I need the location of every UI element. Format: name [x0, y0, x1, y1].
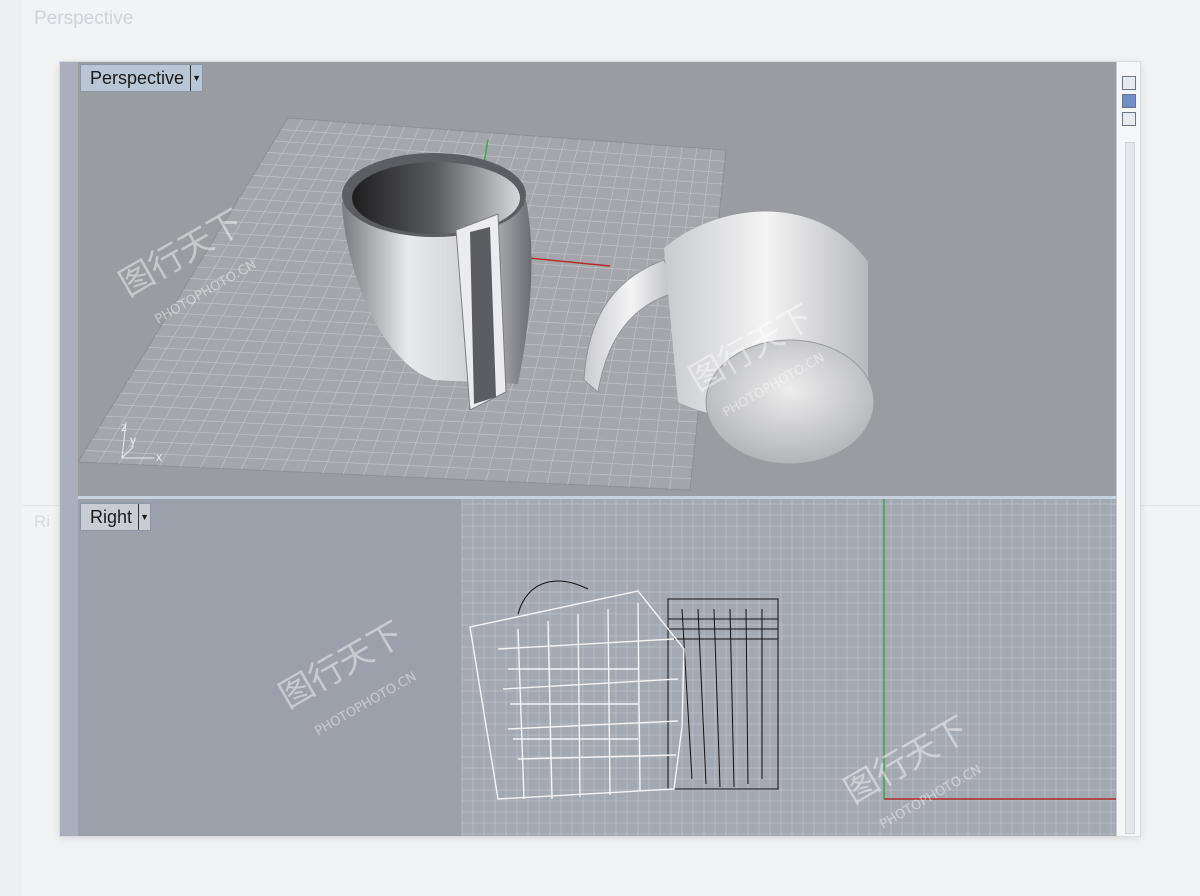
axis-z-label: z	[121, 420, 127, 434]
left-toolbar	[60, 62, 78, 836]
perspective-viewport-tab[interactable]: Perspective ▼	[80, 64, 204, 92]
rhino-window: z y x 图行天下 PHOTOPHOTO.CN 图行天下 PHOTOPHOTO…	[60, 62, 1140, 836]
axis-y-label: y	[130, 433, 136, 447]
perspective-viewport[interactable]: z y x 图行天下 PHOTOPHOTO.CN 图行天下 PHOTOPHOTO…	[78, 62, 1116, 499]
viewport-menu-dropdown-icon[interactable]: ▼	[138, 504, 150, 530]
toolbar-scrollbar[interactable]	[1125, 142, 1135, 834]
toolbar-button-icon[interactable]	[1122, 76, 1136, 90]
right-grid-area	[462, 499, 1116, 836]
axis-x-label: x	[156, 450, 162, 464]
watermark-chinese: 图行天下	[273, 614, 411, 717]
perspective-viewport-title: Perspective	[90, 67, 185, 88]
background-perspective-label: Perspective	[34, 8, 134, 29]
perspective-scene: z y x 图行天下 PHOTOPHOTO.CN 图行天下 PHOTOPHOTO…	[78, 117, 875, 491]
background-right-label: Ri	[34, 512, 51, 531]
viewport-menu-dropdown-icon[interactable]: ▼	[190, 65, 202, 91]
right-viewport-title: Right	[90, 506, 133, 527]
right-scene: 图行天下 PHOTOPHOTO.CN 图行天下 PHOTOPHOTO.CN	[273, 499, 1116, 836]
toolbar-button-icon[interactable]	[1122, 112, 1136, 126]
right-viewport[interactable]: 图行天下 PHOTOPHOTO.CN 图行天下 PHOTOPHOTO.CN Ri…	[78, 499, 1116, 836]
right-viewport-tab[interactable]: Right ▼	[80, 503, 152, 531]
toolbar-button-icon[interactable]	[1122, 94, 1136, 108]
right-toolbar	[1116, 62, 1140, 836]
